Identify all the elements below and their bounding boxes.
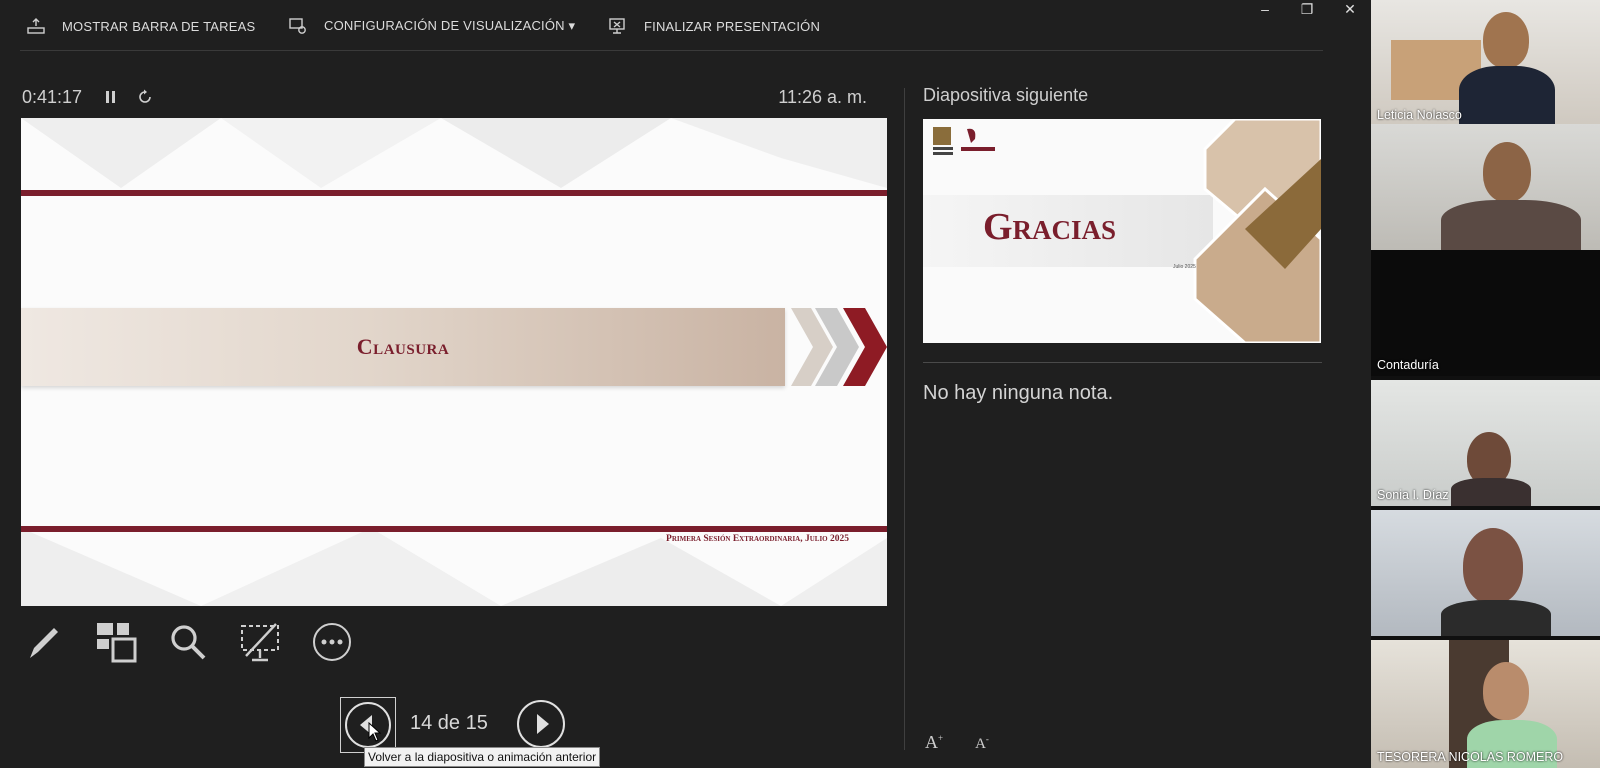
- minimize-button[interactable]: –: [1245, 0, 1285, 18]
- black-screen-button[interactable]: [238, 620, 282, 664]
- participant-tile[interactable]: Contaduría: [1371, 250, 1600, 376]
- slide-bottom-rule: [21, 526, 887, 532]
- toolbar-divider: [20, 50, 1323, 51]
- timer-row: 0:41:17 11:26 a. m.: [22, 84, 887, 110]
- current-time: 11:26 a. m.: [778, 86, 867, 107]
- speaker-notes: No hay ninguna nota.: [923, 382, 1114, 404]
- participant-body: [1459, 66, 1555, 126]
- next-slide-label: Diapositiva siguiente: [923, 85, 1089, 105]
- end-slideshow-icon: [609, 18, 625, 34]
- participant-name: TESORERA NICOLAS ROMERO: [1377, 750, 1564, 764]
- slide-title: Clausura: [356, 334, 450, 359]
- next-slide-button[interactable]: [514, 697, 568, 751]
- grid-slides-icon: [97, 623, 137, 663]
- pen-icon: [30, 628, 58, 658]
- participant-face: [1483, 142, 1531, 202]
- end-slideshow-label: FINALIZAR PRESENTACIÓN: [644, 18, 821, 34]
- show-taskbar-button[interactable]: MOSTRAR BARRA DE TAREAS: [26, 14, 255, 38]
- notes-font-controls: A+ A-: [923, 731, 993, 753]
- next-slide-decoration: [1193, 119, 1321, 343]
- ellipsis-icon: [313, 623, 351, 661]
- magnifier-icon: [171, 625, 206, 660]
- notes-divider: [923, 362, 1322, 363]
- minimize-icon: –: [1261, 1, 1269, 17]
- see-all-slides-button[interactable]: [94, 620, 138, 664]
- previous-slide-tooltip: Volver a la diapositiva o animación ante…: [364, 747, 601, 767]
- participant-name: Leticia Nolasco: [1377, 108, 1462, 122]
- next-slide-date: Julio 2025: [1173, 264, 1196, 270]
- chevron-arrows-decoration: [791, 308, 887, 386]
- pause-timer-button[interactable]: [94, 84, 128, 110]
- next-slide-preview[interactable]: Gracias Julio 2025: [923, 119, 1321, 343]
- pause-icon: [106, 91, 115, 103]
- participant-tile[interactable]: Sonia I. Díaz: [1371, 380, 1600, 506]
- participant-name: Contaduría: [1377, 358, 1439, 372]
- participant-name: Sonia I. Díaz: [1377, 488, 1449, 502]
- current-slide[interactable]: Clausura Primera Sesión Extraordinaria, …: [21, 118, 887, 606]
- panel-divider: [904, 88, 905, 750]
- more-options-button[interactable]: [310, 620, 354, 664]
- slide-counter: 14 de 15: [410, 712, 488, 734]
- participant-body: [1451, 478, 1531, 506]
- pen-tool-button[interactable]: [22, 620, 66, 664]
- close-icon: ✕: [1344, 0, 1356, 17]
- display-settings-label: CONFIGURACIÓN DE VISUALIZACIÓN ▾: [324, 18, 576, 33]
- elapsed-time: 0:41:17: [22, 86, 83, 107]
- participant-tile[interactable]: TESORERA NICOLAS ROMERO: [1371, 640, 1600, 768]
- restart-icon: [139, 89, 151, 103]
- next-slide-title: Gracias: [983, 206, 1117, 248]
- display-settings-button[interactable]: CONFIGURACIÓN DE VISUALIZACIÓN ▾: [288, 14, 575, 38]
- close-button[interactable]: ✕: [1330, 0, 1370, 18]
- participant-face: [1483, 12, 1529, 68]
- presenter-toolbar: MOSTRAR BARRA DE TAREAS CONFIGURACIÓN DE…: [0, 0, 1323, 52]
- show-taskbar-label: MOSTRAR BARRA DE TAREAS: [62, 18, 256, 34]
- decrease-font-button[interactable]: A-: [971, 731, 993, 753]
- participant-face: [1463, 528, 1523, 604]
- slide-top-rule: [21, 190, 887, 196]
- slide-footer: Primera Sesión Extraordinaria, Julio 202…: [666, 534, 849, 544]
- participant-body: [1441, 200, 1581, 250]
- next-arrow-icon: [517, 700, 565, 748]
- participant-tile[interactable]: [1371, 510, 1600, 636]
- end-slideshow-button[interactable]: FINALIZAR PRESENTACIÓN: [608, 14, 820, 38]
- increase-font-button[interactable]: A+: [923, 731, 945, 753]
- presenter-tools: [22, 620, 354, 664]
- restore-icon: ❐: [1300, 0, 1314, 17]
- taskbar-icon: [27, 18, 45, 34]
- participant-tile[interactable]: Leticia Nolasco: [1371, 0, 1600, 126]
- government-logo-icon: [933, 127, 995, 155]
- increase-font-icon: A+: [924, 732, 944, 752]
- display-settings-icon: [289, 18, 306, 34]
- participant-body: [1441, 600, 1551, 636]
- reset-timer-button[interactable]: [128, 84, 162, 110]
- zoom-button[interactable]: [166, 620, 210, 664]
- restore-button[interactable]: ❐: [1287, 0, 1327, 18]
- decrease-font-icon: A-: [975, 734, 989, 752]
- mouse-cursor-icon: [368, 722, 382, 742]
- screen-off-icon: [241, 623, 279, 662]
- participant-face: [1483, 662, 1529, 720]
- participant-tile[interactable]: [1371, 124, 1600, 250]
- video-participants-panel: Leticia Nolasco Contaduría Sonia I. Díaz…: [1371, 0, 1600, 768]
